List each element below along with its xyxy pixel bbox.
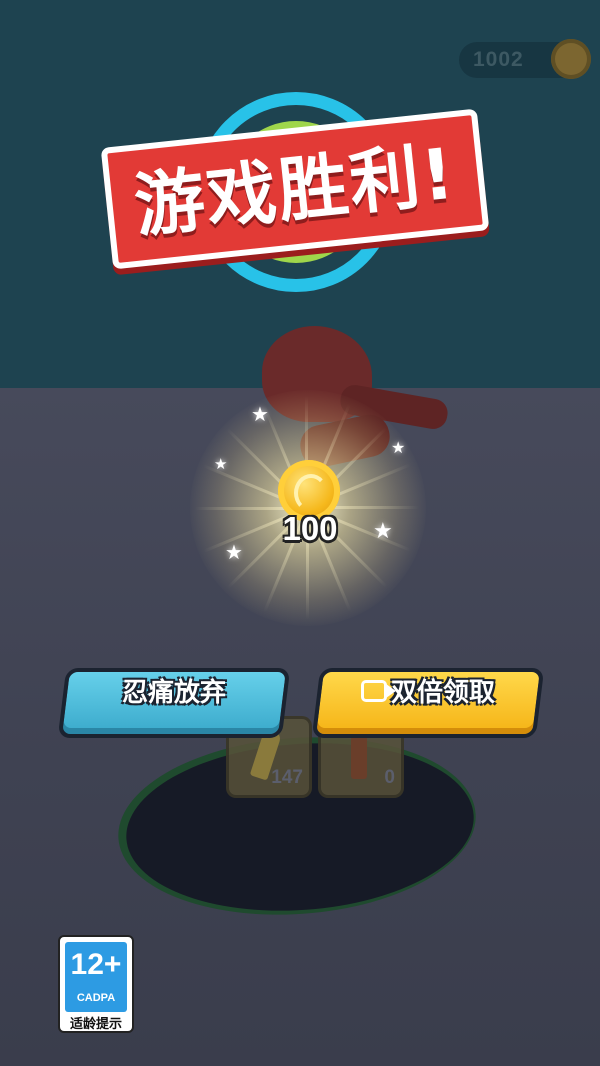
age-rating-caption: 适龄提示 [69, 1017, 122, 1032]
sparkle-star-icon: ★ [225, 540, 243, 564]
ammo-a-count: 147 [271, 767, 303, 788]
age-rating-value: 12+ [70, 948, 122, 981]
age-rating-badge: 12+ CADPA 适龄提示 [58, 935, 134, 1033]
sparkle-star-icon: ★ [373, 519, 393, 544]
coin-counter: 1002 [459, 39, 591, 79]
coin-icon [551, 39, 591, 79]
give-up-button[interactable]: 忍痛放弃 [57, 668, 291, 738]
reward-amount: 100 [282, 510, 338, 547]
double-reward-text: 双倍领取 [390, 678, 495, 708]
double-reward-button[interactable]: 双倍领取 [311, 668, 545, 738]
sparkle-star-icon: ★ [251, 402, 269, 426]
ammo-b-count: 0 [384, 767, 395, 788]
sparkle-star-icon: ★ [214, 455, 228, 473]
age-rating-org: CADPA [76, 992, 116, 1004]
game-screen: 147 0 1002 游戏胜利! 100 ★ ★ ★ ★ ★ 忍痛放弃 双倍领取… [0, 0, 600, 1066]
give-up-label: 忍痛放弃 [66, 672, 282, 734]
coin-shine [294, 474, 328, 512]
double-reward-label: 双倍领取 [320, 672, 536, 734]
give-up-text: 忍痛放弃 [121, 678, 226, 708]
coin-balance: 1002 [473, 48, 524, 71]
age-rating-panel: 12+ CADPA [65, 942, 127, 1012]
video-icon [360, 679, 387, 702]
sparkle-star-icon: ★ [391, 438, 406, 457]
